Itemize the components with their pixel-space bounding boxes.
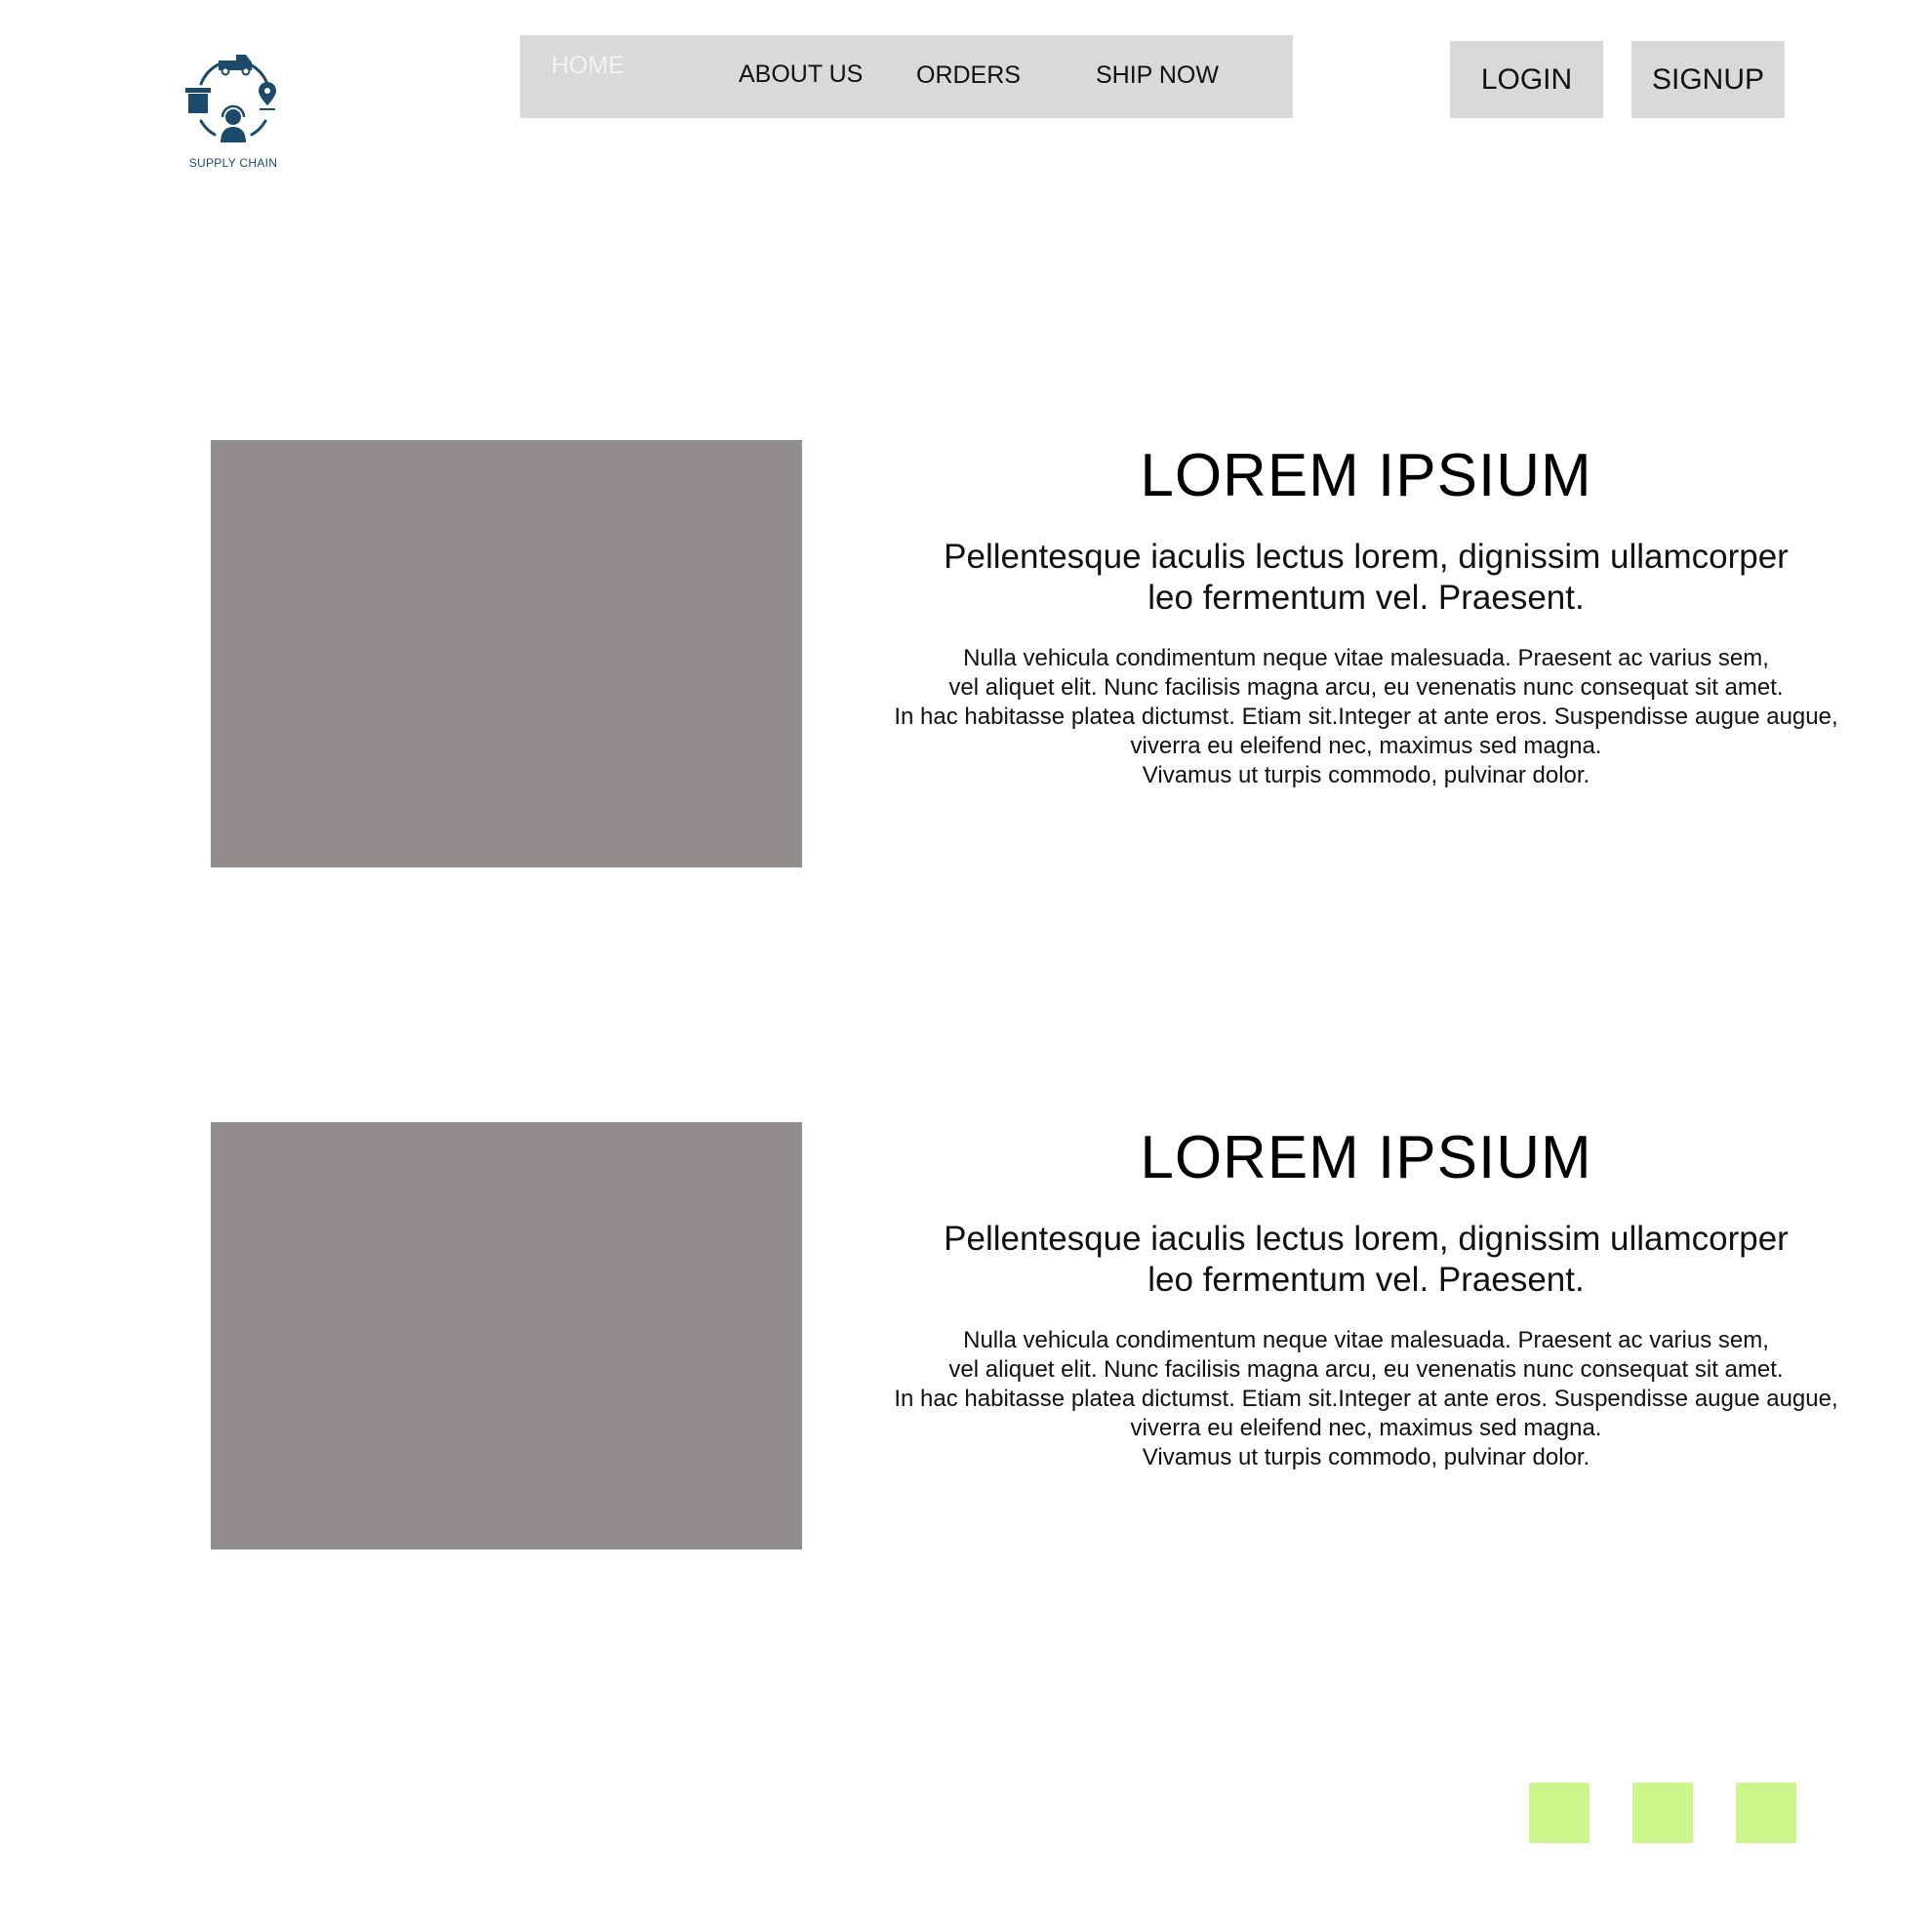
subtitle-line: leo fermentum vel. Praesent. — [1147, 579, 1585, 617]
pager-square-1[interactable] — [1529, 1783, 1590, 1843]
body-line: Nulla vehicula condimentum neque vitae m… — [963, 645, 1769, 671]
body-line: In hac habitasse platea dictumst. Etiam … — [894, 1386, 1838, 1412]
supply-chain-cycle-icon — [185, 55, 276, 142]
nav-item-about-us[interactable]: ABOUT US — [739, 60, 863, 89]
subtitle-line: leo fermentum vel. Praesent. — [1147, 1261, 1585, 1299]
image-placeholder — [211, 1122, 802, 1550]
section-body: Nulla vehicula condimentum neque vitae m… — [820, 1326, 1912, 1472]
signup-button[interactable]: SIGNUP — [1631, 41, 1785, 118]
section-subtitle: Pellentesque iaculis lectus lorem, digni… — [898, 537, 1834, 619]
body-line: viverra eu eleifend nec, maximus sed mag… — [1130, 733, 1602, 759]
nav-item-home[interactable]: HOME — [551, 52, 624, 80]
nav-item-ship-now[interactable]: SHIP NOW — [1096, 61, 1219, 90]
body-line: Vivamus ut turpis commodo, pulvinar dolo… — [1142, 1444, 1590, 1470]
section-title: LOREM IPSIUM — [1140, 442, 1592, 509]
main-nav: HOME ABOUT US ORDERS SHIP NOW — [520, 35, 1293, 118]
subtitle-line: Pellentesque iaculis lectus lorem, digni… — [944, 538, 1789, 576]
section-subtitle: Pellentesque iaculis lectus lorem, digni… — [898, 1219, 1834, 1301]
logo[interactable]: SUPPLY CHAIN — [180, 53, 287, 180]
section-title: LOREM IPSIUM — [1140, 1124, 1592, 1191]
image-placeholder — [211, 440, 802, 867]
body-line: In hac habitasse platea dictumst. Etiam … — [894, 704, 1838, 730]
body-line: vel aliquet elit. Nunc facilisis magna a… — [948, 674, 1784, 701]
nav-item-orders[interactable]: ORDERS — [916, 61, 1021, 90]
body-line: Vivamus ut turpis commodo, pulvinar dolo… — [1142, 762, 1590, 788]
logo-text: SUPPLY CHAIN — [188, 156, 278, 170]
body-line: viverra eu eleifend nec, maximus sed mag… — [1130, 1415, 1602, 1441]
pager-square-3[interactable] — [1736, 1783, 1796, 1843]
login-button[interactable]: LOGIN — [1450, 41, 1603, 118]
section-body: Nulla vehicula condimentum neque vitae m… — [820, 644, 1912, 790]
pager-square-2[interactable] — [1632, 1783, 1693, 1843]
body-line: Nulla vehicula condimentum neque vitae m… — [963, 1327, 1769, 1353]
content-section: LOREM IPSIUM Pellentesque iaculis lectus… — [820, 1123, 1912, 1472]
body-line: vel aliquet elit. Nunc facilisis magna a… — [948, 1356, 1784, 1383]
content-section: LOREM IPSIUM Pellentesque iaculis lectus… — [820, 441, 1912, 790]
subtitle-line: Pellentesque iaculis lectus lorem, digni… — [944, 1220, 1789, 1258]
